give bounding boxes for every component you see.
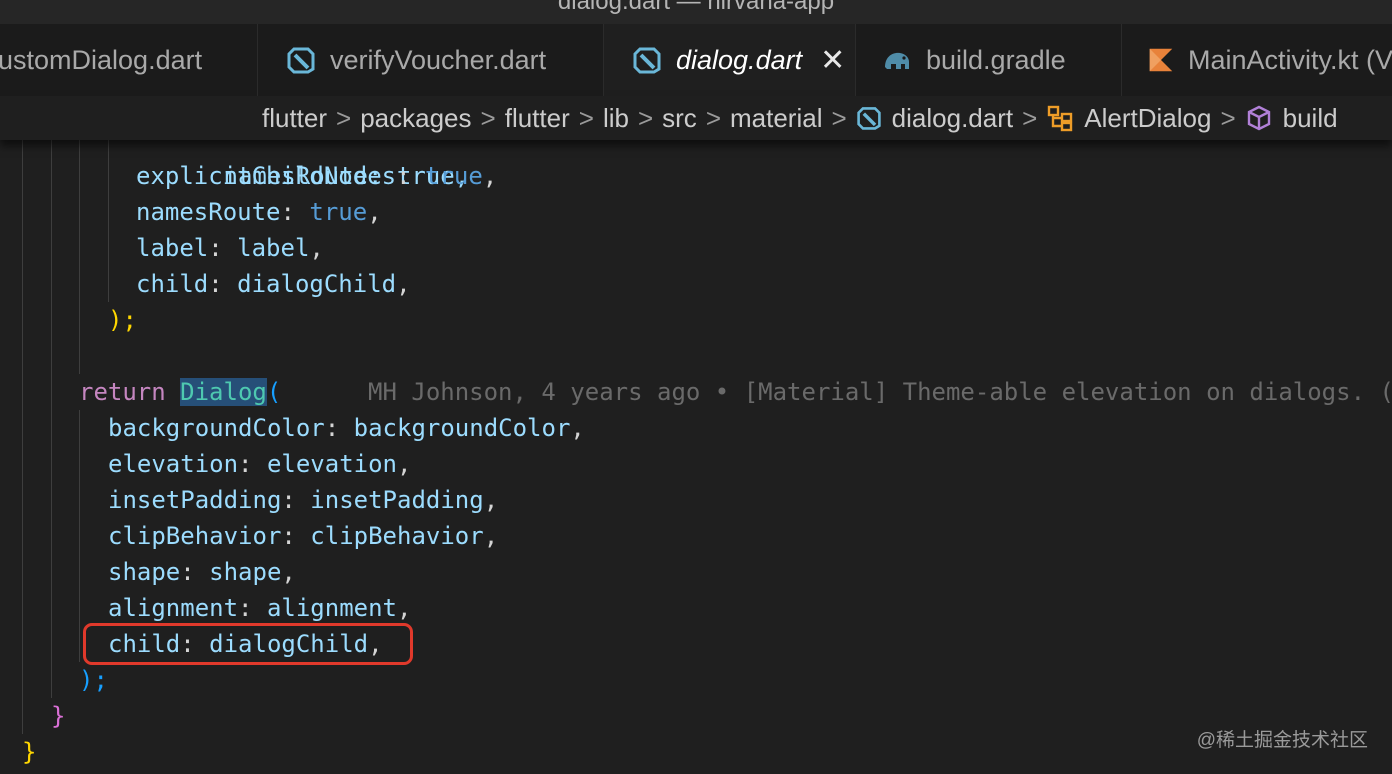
code-line: } [51,702,66,730]
kotlin-icon [1149,48,1173,72]
code-line: } [22,738,37,766]
tab-custom-dialog[interactable]: ustomDialog.dart [0,24,258,96]
code-line-return: return Dialog( MH Johnson, 4 years ago •… [79,378,1392,406]
tab-dialog-dart[interactable]: dialog.dart ✕ [604,24,856,96]
watermark: @稀土掘金技术社区 [1196,730,1368,751]
code-line: backgroundColor: backgroundColor, [108,414,585,442]
code-editor[interactable]: namesRoute: true, explicitChildNodes: tr… [0,122,1392,774]
dialog-class-highlight[interactable]: Dialog [180,378,267,406]
window-title-bar: dialog.dart — nirvana-app [0,0,1392,24]
breadcrumb-separator: > [336,102,352,133]
tab-build-gradle[interactable]: build.gradle [856,24,1122,96]
breadcrumb-item-build[interactable]: build [1245,103,1338,134]
code-line: clipBehavior: clipBehavior, [108,522,499,550]
code-line: shape: shape, [108,558,296,586]
breadcrumb-item-src[interactable]: src [662,103,697,134]
tab-verify-voucher[interactable]: verifyVoucher.dart [258,24,604,96]
tab-main-activity[interactable]: MainActivity.kt (V [1122,24,1392,96]
dart-icon [633,47,661,74]
class-symbol-icon [1048,105,1073,132]
tab-label: build.gradle [926,44,1066,75]
tab-label: dialog.dart [676,44,803,75]
close-icon[interactable]: ✕ [820,43,845,78]
code-line: label: label, [136,234,324,262]
method-cube-icon [1247,105,1270,131]
tab-label: ustomDialog.dart [0,44,203,75]
dart-icon [856,107,881,130]
breadcrumb-separator: > [831,102,847,133]
breadcrumb-separator: > [578,102,594,133]
code-line: namesRoute: true, [136,198,382,226]
breadcrumb-separator: > [637,102,654,133]
breadcrumb-item-flutter[interactable]: flutter [262,103,327,134]
highlight-annotation-box [83,623,413,665]
git-blame-annotation: MH Johnson, 4 years ago • [Material] The… [368,378,1392,406]
code-line: child: dialogChild, [136,270,411,298]
breadcrumb-item-alert-dialog[interactable]: AlertDialog [1046,103,1211,134]
breadcrumb-item-material[interactable]: material [730,103,822,134]
dart-icon [287,47,315,74]
editor-tab-bar: ustomDialog.dart verifyVoucher.dart dial… [0,24,1392,96]
window-title: dialog.dart — nirvana-app [557,0,835,15]
indent-guide [51,122,52,698]
tab-label: verifyVoucher.dart [330,44,547,75]
breadcrumb-item-flutter-pkg[interactable]: flutter [505,103,570,134]
breadcrumb-separator: > [480,102,496,133]
gradle-elephant-icon [885,52,909,69]
indent-guide [22,122,23,734]
breadcrumb-separator: > [1220,102,1236,133]
code-line: insetPadding: insetPadding, [108,486,499,514]
breadcrumb-item-lib[interactable]: lib [603,103,629,134]
indent-guide [79,410,80,662]
breadcrumb-separator: > [705,102,721,133]
code-line: explicitChildNodes: true, [136,162,498,190]
breadcrumb-item-dialog-dart[interactable]: dialog.dart [856,103,1013,134]
breadcrumb: flutter > packages > flutter > lib > src… [0,96,1392,140]
tab-label: MainActivity.kt (V [1188,44,1392,75]
code-line: ); [108,306,137,334]
breadcrumb-separator: > [1022,102,1038,133]
code-line: alignment: alignment, [108,594,412,622]
breadcrumb-item-packages[interactable]: packages [360,103,471,134]
code-line: ); [79,666,108,694]
code-line: elevation: elevation, [108,450,412,478]
